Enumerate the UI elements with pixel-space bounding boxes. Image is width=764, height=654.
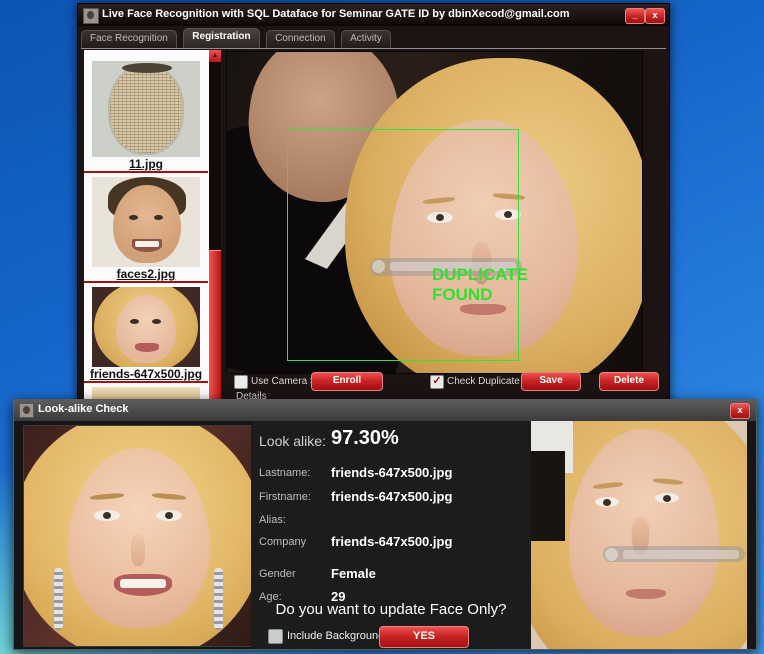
field-label: Lastname: <box>259 467 311 479</box>
field-label: Gender <box>259 568 296 580</box>
nose-shape <box>131 534 145 566</box>
match-label: Look alike: <box>259 433 326 449</box>
list-item[interactable]: faces2.jpg <box>84 177 208 283</box>
check-duplicate-checkbox[interactable]: ✓ <box>430 375 444 389</box>
eye-shape <box>130 319 139 324</box>
delete-button[interactable]: Delete <box>599 372 659 391</box>
divider <box>84 281 208 283</box>
pupil-shape <box>663 495 671 502</box>
video-feed: DUPLICATE FOUND <box>226 51 643 374</box>
earring-shape <box>54 568 63 630</box>
teeth-shape <box>120 579 166 588</box>
tab-activity[interactable]: Activity <box>341 30 391 48</box>
save-button[interactable]: Save <box>521 372 581 391</box>
update-prompt: Do you want to update Face Only? <box>275 601 507 618</box>
look-alike-dialog: Look-alike Check x Look alike: 97.30% La… <box>13 399 757 650</box>
dialog-close-button[interactable]: x <box>730 403 750 419</box>
field-row: Company friends-647x500.jpg <box>251 534 531 552</box>
main-window-title: Live Face Recognition with SQL Dataface … <box>102 8 570 20</box>
app-icon <box>83 8 99 24</box>
eye-shape <box>154 215 163 220</box>
thumbnail-friends[interactable] <box>92 287 200 367</box>
field-label: Firstname: <box>259 491 311 503</box>
tab-face-recognition[interactable]: Face Recognition <box>81 30 177 48</box>
camera-watermark-icon <box>605 548 618 561</box>
include-background-checkbox[interactable] <box>268 629 283 644</box>
eye-shape <box>94 510 120 521</box>
thumbnail-filename[interactable]: friends-647x500.jpg <box>84 367 208 381</box>
face-gallery: 11.jpg faces2.jpg friends-647x500.jpg ▲ <box>83 49 222 400</box>
pupil-shape <box>603 499 611 506</box>
gallery-scrollbar[interactable]: ▲ <box>209 50 221 399</box>
field-label: Alias: <box>259 514 286 526</box>
match-info-panel: Look alike: 97.30% Lastname: friends-647… <box>251 421 531 649</box>
teeth-shape <box>135 241 159 247</box>
dialog-title-bar[interactable]: Look-alike Check x <box>14 400 756 421</box>
minimize-button[interactable]: _ <box>625 8 645 24</box>
dialog-title: Look-alike Check <box>38 403 129 415</box>
mouth-shape <box>114 574 172 596</box>
enroll-button[interactable]: Enroll <box>311 372 383 391</box>
thumbnail-11jpg[interactable] <box>92 61 200 157</box>
thumbnail-faces2[interactable] <box>92 177 200 267</box>
list-item[interactable]: 11.jpg <box>84 61 208 173</box>
scrollbar-thumb[interactable] <box>209 250 221 399</box>
eye-shape <box>129 215 138 220</box>
background-shape <box>531 451 565 541</box>
close-button[interactable]: x <box>645 8 665 24</box>
mouth-shape <box>132 239 162 252</box>
main-title-bar[interactable]: Live Face Recognition with SQL Dataface … <box>78 4 669 26</box>
duplicate-found-alert: DUPLICATE FOUND <box>432 265 529 304</box>
use-camera-checkbox[interactable] <box>234 375 248 389</box>
field-row: Alias: <box>251 514 531 530</box>
check-duplicate-label: Check Duplicate > <box>447 376 529 387</box>
divider <box>84 381 208 383</box>
earring-shape <box>214 568 223 630</box>
mouth-shape <box>626 589 666 599</box>
watermark-text-blur <box>623 550 739 559</box>
use-camera-label: Use Camera > <box>251 376 316 387</box>
field-label: Company <box>259 536 307 548</box>
database-photo <box>23 425 253 647</box>
dialog-icon <box>19 403 34 418</box>
hair-shape <box>122 63 172 73</box>
divider <box>84 171 208 173</box>
scroll-up-icon[interactable]: ▲ <box>209 50 221 62</box>
main-window: Live Face Recognition with SQL Dataface … <box>77 3 670 412</box>
field-value: friends-647x500.jpg <box>331 534 453 549</box>
pupil-shape <box>103 512 111 519</box>
match-score: 97.30% <box>331 427 399 449</box>
eye-shape <box>152 319 161 324</box>
tab-registration[interactable]: Registration <box>183 28 260 48</box>
mouth-shape <box>135 343 159 352</box>
field-value: friends-647x500.jpg <box>331 465 453 480</box>
tab-strip: Face Recognition Registration Connection… <box>81 28 666 49</box>
face-art <box>116 295 176 363</box>
eye-shape <box>655 493 679 503</box>
eye-shape <box>156 510 182 521</box>
list-item[interactable]: friends-647x500.jpg <box>84 287 208 383</box>
thumbnail-filename[interactable]: faces2.jpg <box>84 267 208 281</box>
field-value: friends-647x500.jpg <box>331 489 453 504</box>
tab-connection[interactable]: Connection <box>266 30 335 48</box>
field-row: Lastname: friends-647x500.jpg <box>251 465 531 483</box>
captured-photo <box>531 421 747 649</box>
eye-shape <box>595 497 619 507</box>
yes-button[interactable]: YES <box>379 626 469 648</box>
thumbnail-filename[interactable]: 11.jpg <box>84 157 208 171</box>
include-background-label: Include Background <box>287 630 385 642</box>
pupil-shape <box>165 512 173 519</box>
gallery-list: 11.jpg faces2.jpg friends-647x500.jpg <box>84 61 208 399</box>
face-detection-box <box>287 129 519 361</box>
field-value: Female <box>331 566 376 581</box>
watermark-badge <box>603 546 745 562</box>
field-row: Firstname: friends-647x500.jpg <box>251 489 531 507</box>
face-art-texture <box>110 67 182 153</box>
field-row: Gender Female <box>251 566 531 584</box>
